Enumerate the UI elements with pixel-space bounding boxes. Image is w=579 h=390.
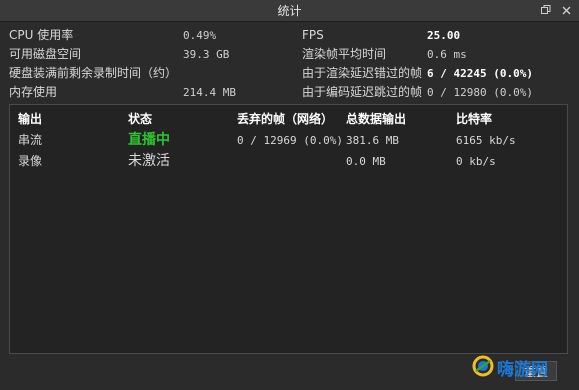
stat-row: 内存使用 214.4 MB 由于编码延迟跳过的帧 0 / 12980 (0.0%… — [9, 83, 569, 102]
stat-label: FPS — [302, 28, 324, 42]
output-table: 输出 状态 丢弃的帧（网络） 总数据输出 比特率 串流 直播中 0 / 1296… — [9, 104, 568, 354]
stat-value: 6 / 42245 (0.0%) — [427, 67, 533, 80]
total-output: 381.6 MB — [346, 134, 399, 147]
bitrate: 6165 kb/s — [456, 134, 516, 147]
status-badge: 未激活 — [128, 153, 170, 169]
total-output: 0.0 MB — [346, 155, 386, 168]
stat-label: 由于编码延迟跳过的帧 — [302, 85, 423, 99]
stat-row: CPU 使用率 0.49% FPS 25.00 — [9, 26, 569, 45]
column-header: 状态 — [128, 112, 153, 126]
stat-label: 可用磁盘空间 — [9, 47, 82, 61]
column-header: 比特率 — [456, 112, 493, 126]
stat-label: CPU 使用率 — [9, 28, 74, 42]
close-icon[interactable] — [559, 3, 573, 17]
output-name: 录像 — [18, 154, 43, 168]
watermark-text: 嗨游网 — [497, 360, 548, 380]
stat-row: 可用磁盘空间 39.3 GB 渲染帧平均时间 0.6 ms — [9, 45, 569, 64]
window-title: 统计 — [277, 4, 302, 18]
stat-value: 0.49% — [183, 29, 217, 42]
restore-icon[interactable] — [539, 3, 553, 17]
output-name: 串流 — [18, 133, 43, 147]
bitrate: 0 kb/s — [456, 155, 496, 168]
stat-label: 渲染帧平均时间 — [302, 47, 387, 61]
site-watermark: 嗨游网 — [472, 355, 548, 380]
stat-value: 214.4 MB — [183, 86, 236, 99]
table-row: 串流 直播中 0 / 12969 (0.0%) 381.6 MB 6165 kb… — [10, 130, 567, 151]
watermark-logo-icon — [472, 355, 494, 380]
stat-label: 内存使用 — [9, 85, 58, 99]
title-bar: 统计 — [0, 0, 579, 22]
stat-value: 0 / 12980 (0.0%) — [427, 86, 533, 99]
stat-label: 由于渲染延迟错过的帧 — [302, 66, 423, 80]
stat-label: 硬盘装满前剩余录制时间（约） — [9, 66, 178, 80]
stat-row: 硬盘装满前剩余录制时间（约） 由于渲染延迟错过的帧 6 / 42245 (0.0… — [9, 64, 569, 83]
table-row: 录像 未激活 0.0 MB 0 kb/s — [10, 151, 567, 172]
stat-value: 25.00 — [427, 29, 461, 42]
stats-section: CPU 使用率 0.49% FPS 25.00 可用磁盘空间 39.3 GB 渲… — [9, 26, 569, 102]
table-header: 输出 状态 丢弃的帧（网络） 总数据输出 比特率 — [10, 109, 567, 130]
stat-value: 0.6 ms — [427, 48, 467, 61]
stat-value: 39.3 GB — [183, 48, 230, 61]
dropped-frames: 0 / 12969 (0.0%) — [237, 134, 343, 147]
column-header: 丢弃的帧（网络） — [237, 112, 334, 126]
status-badge: 直播中 — [128, 132, 170, 148]
column-header: 输出 — [18, 112, 43, 126]
column-header: 总数据输出 — [346, 112, 407, 126]
